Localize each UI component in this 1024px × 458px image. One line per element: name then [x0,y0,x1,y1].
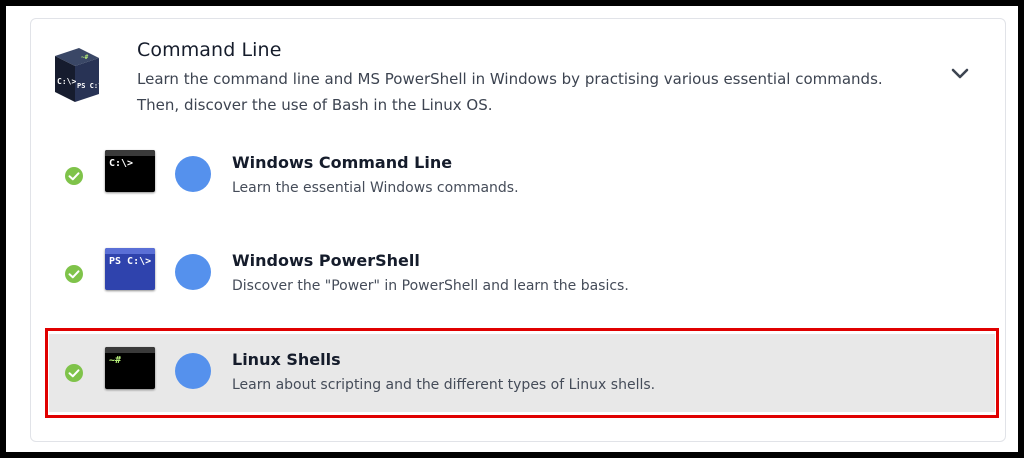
check-circle-icon [65,364,83,382]
chevron-down-icon[interactable] [949,63,971,85]
room-status-dot [175,254,211,290]
cube-label-ps: PS C:\> [77,82,103,90]
bash-terminal-icon: ~# [105,347,155,389]
room-description: Discover the "Power" in PowerShell and l… [232,278,629,294]
cube-label-cmd: C:\> [57,77,76,86]
check-circle-icon [65,265,83,283]
room-status-dot [175,156,211,192]
check-circle-icon [65,167,83,185]
cmd-terminal-icon: C:\> [105,150,155,192]
terminal-cube-icon: C:\> PS C:\> ~# [55,48,103,102]
room-status-dot [175,353,211,389]
room-title: Windows PowerShell [232,251,420,270]
room-description: Learn the essential Windows commands. [232,180,519,196]
room-title: Linux Shells [232,350,341,369]
room-title: Windows Command Line [232,153,453,172]
module-description: Learn the command line and MS PowerShell… [137,70,883,114]
room-windows-powershell[interactable]: PS C:\> Windows PowerShell Discover the … [49,235,995,313]
room-linux-shells[interactable]: ~# Linux Shells Learn about scripting an… [45,328,999,418]
terminal-icon-text: ~# [109,355,122,366]
terminal-icon-text: C:\> [109,158,134,169]
module-title: Command Line [137,39,282,61]
screen: C:\> PS C:\> ~# Command Line Learn the c… [6,6,1018,452]
module-card: C:\> PS C:\> ~# Command Line Learn the c… [30,18,1006,442]
cube-label-bash: ~# [81,54,89,61]
room-windows-command-line[interactable]: C:\> Windows Command Line Learn the esse… [49,137,995,215]
terminal-icon-text: PS C:\> [109,256,152,267]
powershell-terminal-icon: PS C:\> [105,248,155,290]
room-description: Learn about scripting and the different … [232,377,656,393]
